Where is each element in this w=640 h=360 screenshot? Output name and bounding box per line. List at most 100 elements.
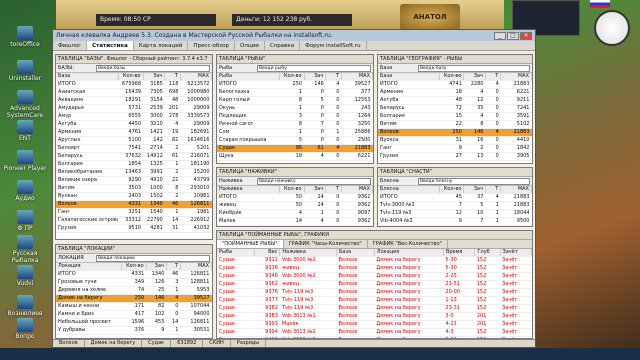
table-row[interactable]: Кинбрик 4 1 0 9097 — [217, 209, 373, 218]
filter-input[interactable]: Введи рыбу — [257, 64, 371, 72]
column-header[interactable]: Т — [485, 186, 502, 194]
table-row[interactable]: Судак 9377 Tvis-119 №3 Волхов Домик на берег… — [217, 296, 532, 305]
close-button[interactable]: × — [520, 31, 532, 40]
menu-tab-6[interactable]: Форум installSoft.ru — [300, 41, 367, 50]
table-row[interactable]: Грузия 9510 4281 31 41032 — [56, 224, 212, 233]
desktop-shortcut[interactable]: Ф ПР — [0, 210, 50, 232]
table-row[interactable]: Щука 18 4 0 6221 — [217, 152, 373, 161]
column-header[interactable]: База — [336, 249, 375, 257]
table-row[interactable]: Великие озера 9290 4910 22 43799 — [56, 176, 212, 185]
desktop-shortcut[interactable]: Pioneer Player — [0, 150, 50, 172]
table-row[interactable]: Речной сагог 8 7 0 3250 — [217, 120, 373, 129]
table-row[interactable]: ИТОГО 50 24 0 9362 — [217, 193, 373, 202]
desktop-shortcut[interactable]: ENT — [0, 120, 50, 142]
window-titlebar[interactable]: Личная клевалка Андреев 5.3. Создана в М… — [53, 30, 535, 41]
column-header[interactable]: Т — [166, 263, 181, 271]
desktop-shortcut[interactable]: Вознюлиев — [0, 295, 50, 317]
table-row[interactable]: ИТОГО 250 146 4 39527 — [217, 80, 373, 89]
table-row[interactable]: Судак 9393 Малёк Волхов Домик на берегу 4-21 2… — [217, 320, 532, 329]
column-header[interactable]: Наживка — [217, 186, 280, 194]
column-header[interactable]: Кол-во — [279, 73, 305, 81]
table-row[interactable]: ИТОГО 4331 1340 46 126811 — [56, 270, 212, 279]
column-header[interactable]: МАХ — [180, 263, 212, 271]
column-header[interactable]: Локация — [56, 263, 122, 271]
column-header[interactable]: Т — [325, 186, 342, 194]
column-header[interactable]: База — [56, 73, 119, 81]
table-row[interactable]: Небольшой просвет 1596 455 14 126811 — [56, 318, 212, 327]
column-header[interactable]: МАХ — [341, 73, 373, 81]
desktop-shortcut[interactable]: Advanced SystemCare — [0, 90, 50, 119]
table-row[interactable]: Витим 22 8 0 5102 — [378, 120, 532, 129]
taskbar[interactable] — [0, 348, 640, 360]
table-row[interactable]: Амур 6555 3000 278 3339573 — [56, 112, 212, 121]
desktop-shortcut[interactable]: Русская Рыбалка — [0, 235, 50, 264]
table-row[interactable]: живец 50 24 0 9362 — [217, 201, 373, 210]
column-header[interactable]: Зач — [143, 73, 166, 81]
table-row[interactable]: Великобритания 13463 3991 2 15200 — [56, 168, 212, 177]
table-row[interactable]: Tvis-119 №3 12 10 1 18044 — [378, 209, 532, 218]
filter-input[interactable]: Введи наживку — [257, 177, 371, 185]
table-row[interactable]: Беларусь 37632 14912 61 216071 — [56, 152, 212, 161]
table-row[interactable]: Домик на берегу 250 146 4 39527 — [56, 294, 212, 303]
table-row[interactable]: Vib-4004 №3 9 7 1 9500 — [378, 217, 532, 226]
table-row[interactable]: Вулкан 2403 1502 2 10981 — [56, 192, 212, 201]
column-header[interactable]: Зач — [304, 186, 327, 194]
panel-tab[interactable]: "ПОЙМАННЫЕ РЫБЫ" — [217, 240, 284, 248]
panel-tab[interactable]: ГРАФИК "Вес-Количество" — [368, 240, 448, 248]
table-row[interactable]: Аквакиня 18291 3154 48 1000000 — [56, 96, 212, 105]
table-row[interactable]: Беларусь 72 35 0 7241 — [378, 104, 532, 113]
column-header[interactable]: МАХ — [180, 73, 212, 81]
column-header[interactable]: Кол-во — [118, 73, 144, 81]
table-row[interactable]: Карп голый 8 5 0 12553 — [217, 96, 373, 105]
column-header[interactable]: Зач — [146, 263, 167, 271]
table-row[interactable]: Болгария 1854 1325 1 181190 — [56, 160, 212, 169]
table-row[interactable]: Судак 9362 живец Волхов Домик на берегу 23-51… — [217, 280, 532, 289]
table-row[interactable]: ИТОГО 45 37 4 21883 — [378, 193, 532, 202]
table-row[interactable]: Судак 9382 Tvis-119 №3 Волхов Домик на берег… — [217, 304, 532, 313]
table-row[interactable]: Камыш и кенни 171 82 0 107044 — [56, 302, 212, 311]
table-row[interactable]: Судак 9376 Tvis-119 №3 Волхов Домик на берег… — [217, 288, 532, 297]
table-row[interactable]: Окунь 1 0 0 243 — [217, 104, 373, 113]
menu-tab-4[interactable]: Опции — [235, 41, 265, 50]
column-header[interactable]: Наживка — [279, 249, 337, 257]
filter-input[interactable]: Введи базу — [418, 64, 530, 72]
column-header[interactable]: Зачёт — [500, 249, 532, 257]
table-row[interactable]: Камни и Бриз 417 102 0 94000 — [56, 310, 212, 319]
table-row[interactable]: Ганг 9 2 0 1842 — [378, 144, 532, 153]
menu-tab-5[interactable]: Справка — [265, 41, 301, 50]
table-row[interactable]: ИТОГО 4741 2280 4 21883 — [378, 80, 532, 89]
table-row[interactable]: Tvis-3000 №3 7 5 1 21883 — [378, 201, 532, 210]
column-header[interactable]: Глуб — [474, 249, 501, 257]
column-header[interactable]: Т — [325, 73, 342, 81]
table-row[interactable]: Судак 9336 живец Волхов Домик на берегу 5-30 1… — [217, 264, 532, 273]
table-row[interactable]: Подлещик 3 0 0 1264 — [217, 112, 373, 121]
column-header[interactable]: МАХ — [500, 186, 532, 194]
menu-tab-0[interactable]: Фишлог — [53, 41, 88, 50]
table-row[interactable]: Вуокса 31 16 0 4410 — [378, 136, 532, 145]
column-header[interactable]: Зач — [463, 73, 486, 81]
table-row[interactable]: Старая покрышка 5 0 0 2500 — [217, 136, 373, 145]
column-header[interactable]: Время — [443, 249, 476, 257]
table-row[interactable]: Азиатская 15439 7305 698 1000980 — [56, 88, 212, 97]
table-row[interactable]: Амударья 5731 2539 201 29009 — [56, 104, 212, 113]
table-row[interactable]: Арутлых 5100 142 82 1614616 — [56, 136, 212, 145]
column-header[interactable]: Т — [164, 73, 181, 81]
column-header[interactable]: Рыба — [217, 249, 256, 257]
column-header[interactable]: Зач — [463, 186, 486, 194]
filter-input[interactable]: Введи локацию — [96, 254, 210, 262]
column-header[interactable]: Зач — [304, 73, 327, 81]
column-header[interactable]: Рыба — [217, 73, 280, 81]
table-row[interactable]: ИТОГО 675968 3185 118 5213572 — [56, 80, 212, 89]
table-row[interactable]: У дубравы 376 9 1 30531 — [56, 326, 212, 335]
table-row[interactable]: Сом 1 0 1 25886 — [217, 128, 373, 137]
column-header[interactable]: База — [378, 73, 440, 81]
table-row[interactable]: Судак 9312 Vob-3000 №2 Волхов Домик на берег… — [217, 256, 532, 265]
filter-input[interactable]: Введи базы — [96, 64, 210, 72]
table-row[interactable]: Болгария 15 4 0 3591 — [378, 112, 532, 121]
menu-tab-3[interactable]: Пресс-обзор — [188, 41, 236, 50]
table-row[interactable]: Грузия 27 13 0 3905 — [378, 152, 532, 161]
table-row[interactable]: Судак 9394 Vob-3013 №2 Волхов Домик на берег… — [217, 328, 532, 337]
column-header[interactable]: Кол-во — [439, 186, 465, 194]
table-row[interactable]: Армения 18 4 0 6221 — [378, 88, 532, 97]
desktop-shortcut[interactable]: Аудио — [0, 180, 50, 202]
